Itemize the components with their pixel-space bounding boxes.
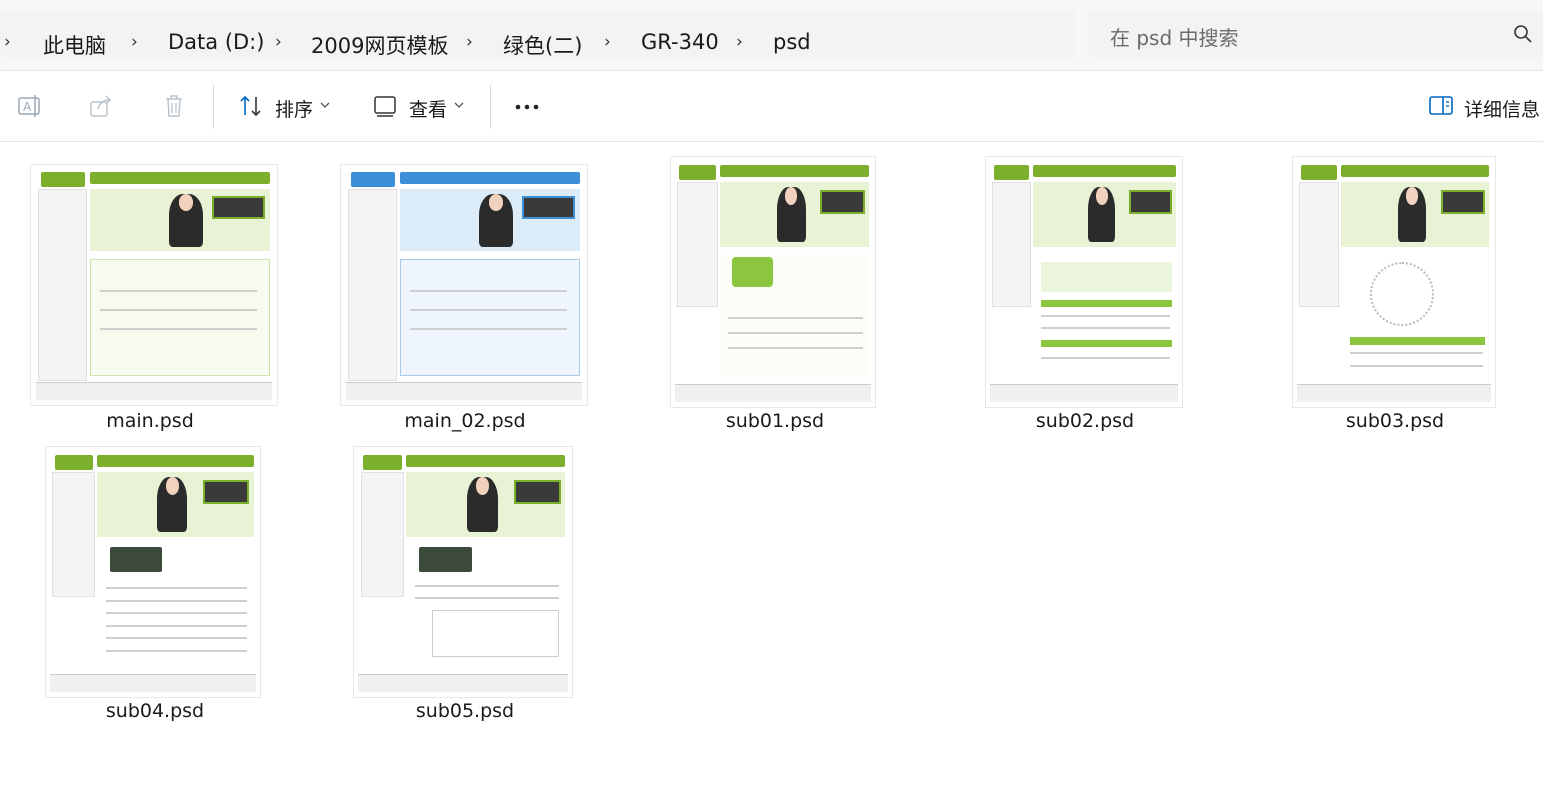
toolbar-divider [213,85,214,129]
svg-text:A: A [23,100,32,114]
breadcrumb-psd[interactable]: psd [773,30,811,54]
address-bar: › 此电脑 › Data (D:) › 2009网页模板 › 绿色(二) › G… [0,0,1543,70]
chevron-right-icon[interactable]: › [466,32,473,52]
breadcrumb-green-2[interactable]: 绿色(二) [503,30,582,60]
breadcrumb[interactable]: › 此电脑 › Data (D:) › 2009网页模板 › 绿色(二) › G… [0,10,1075,58]
chevron-right-icon[interactable]: › [275,32,282,52]
file-item[interactable]: sub03.psd [1265,150,1525,432]
file-name[interactable]: sub01.psd [645,410,905,432]
file-name[interactable]: sub05.psd [335,700,595,722]
file-thumbnail[interactable] [670,156,876,408]
chevron-down-icon[interactable] [454,101,464,109]
rename-icon[interactable]: A [17,93,43,119]
file-name[interactable]: main_02.psd [335,410,595,432]
file-name[interactable]: sub04.psd [25,700,285,722]
file-thumbnail[interactable] [353,446,573,698]
breadcrumb-data-drive[interactable]: Data (D:) [168,30,264,54]
breadcrumb-gr-340[interactable]: GR-340 [641,30,719,54]
command-bar: A 排序 查看 详细信息 [0,70,1543,142]
share-icon[interactable] [88,93,114,119]
file-item[interactable]: main.psd [20,158,280,438]
file-item[interactable]: sub04.psd [25,440,285,722]
view-icon[interactable] [372,93,398,119]
file-item[interactable]: main_02.psd [335,158,595,438]
file-item[interactable]: sub05.psd [335,440,595,722]
file-name[interactable]: main.psd [20,410,280,432]
delete-icon[interactable] [161,93,187,119]
file-thumbnail[interactable] [45,446,261,698]
breadcrumb-2009-templates[interactable]: 2009网页模板 [311,30,448,60]
breadcrumb-this-pc[interactable]: 此电脑 [43,30,106,60]
file-name[interactable]: sub02.psd [955,410,1215,432]
more-icon[interactable] [514,101,542,113]
details-button[interactable]: 详细信息 [1464,95,1540,122]
toolbar-divider [490,85,491,129]
file-thumbnail[interactable] [985,156,1183,408]
chevron-right-icon[interactable]: › [131,32,138,52]
sort-button[interactable]: 排序 [275,95,313,122]
chevron-right-icon[interactable]: › [4,32,11,52]
sort-icon[interactable] [238,93,264,119]
file-item[interactable]: sub02.psd [955,150,1215,432]
chevron-down-icon[interactable] [320,101,330,109]
search-icon[interactable] [1513,24,1533,44]
search-box[interactable]: 在 psd 中搜索 [1088,10,1543,58]
file-thumbnail[interactable] [30,164,278,406]
file-thumbnail[interactable] [1292,156,1496,408]
view-button[interactable]: 查看 [409,95,447,122]
chevron-right-icon[interactable]: › [604,32,611,52]
details-pane-icon[interactable] [1428,93,1454,119]
file-item[interactable]: sub01.psd [645,150,905,432]
search-input[interactable]: 在 psd 中搜索 [1110,22,1239,51]
file-name[interactable]: sub03.psd [1265,410,1525,432]
file-thumbnail[interactable] [340,164,588,406]
chevron-right-icon[interactable]: › [736,32,743,52]
